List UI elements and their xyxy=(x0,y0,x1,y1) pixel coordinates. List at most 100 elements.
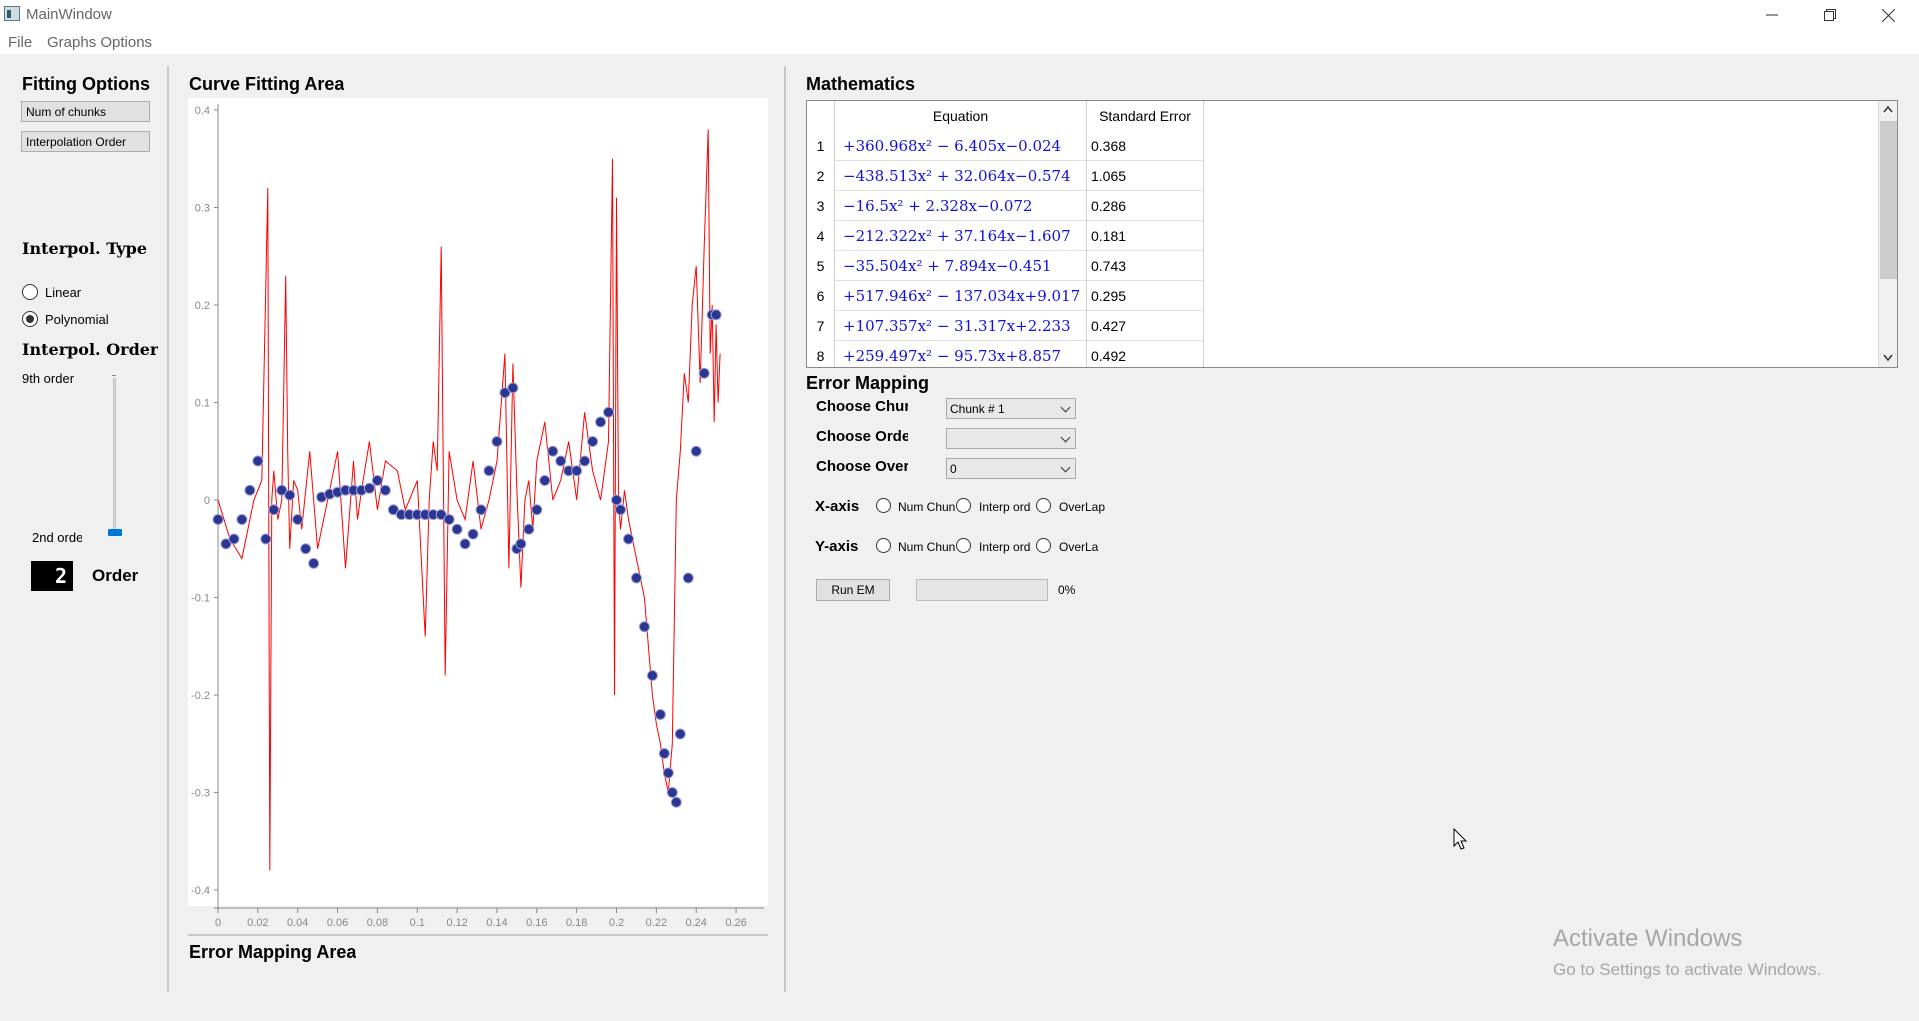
standard-error-cell[interactable]: 0.295 xyxy=(1087,281,1204,311)
row-number[interactable]: 8 xyxy=(807,341,835,367)
equation-cell[interactable]: +517.946x² − 137.034x+9.017 xyxy=(835,281,1087,311)
choose-chunk-combo[interactable]: Chunk # 1 xyxy=(946,398,1076,419)
restore-icon[interactable] xyxy=(1801,0,1859,30)
standard-error-cell[interactable]: 0.181 xyxy=(1087,221,1204,251)
num-chunks-button[interactable]: Num of chunks xyxy=(21,101,150,122)
interpolation-order-button[interactable]: Interpolation Order xyxy=(21,131,150,152)
curve-fitting-plot[interactable]: 0.4 0.3 0.2 0.1 0 -0.1 -0.2 -0.3 -0.4 0 0.02 0.04 0.… xyxy=(188,98,768,929)
x-num-chunks-radio[interactable] xyxy=(876,498,891,513)
minimize-icon[interactable] xyxy=(1743,0,1801,30)
scroll-thumb[interactable] xyxy=(1880,121,1897,279)
fit-point xyxy=(491,436,503,447)
order-lcd-value: 2 xyxy=(54,564,67,588)
x-tick-label: 0.12 xyxy=(446,917,467,929)
x-interp-order-radio[interactable] xyxy=(956,498,971,513)
standard-error-cell[interactable]: 0.286 xyxy=(1087,191,1204,221)
fit-point xyxy=(292,514,304,525)
x-overlap-radio[interactable] xyxy=(1036,498,1051,513)
equation-cell[interactable]: +107.357x² − 31.317x+2.233 xyxy=(835,311,1087,341)
polynomial-label: Polynomial xyxy=(45,312,109,327)
order-bottom-label: 2nd orde xyxy=(32,530,82,545)
y-overlap-radio[interactable] xyxy=(1036,538,1051,553)
fit-point xyxy=(710,309,722,321)
x-overlap-label: OverLap xyxy=(1059,500,1106,514)
row-number[interactable]: 6 xyxy=(807,281,835,311)
x-tick-label: 0.24 xyxy=(686,917,707,929)
fit-point xyxy=(459,538,471,550)
fit-point xyxy=(587,436,599,447)
menu-graphs-options[interactable]: Graphs Options xyxy=(47,34,152,51)
equations-table[interactable]: Equation Standard Error 1 +360.968x² − 6.… xyxy=(806,100,1898,368)
x-tick-label: 0.02 xyxy=(247,917,268,929)
menu-file[interactable]: File xyxy=(8,34,32,51)
standard-error-cell[interactable]: 0.368 xyxy=(1087,131,1204,161)
y-tick-label: 0.4 xyxy=(195,105,210,117)
linear-radio[interactable] xyxy=(22,284,38,300)
fit-point xyxy=(646,670,658,681)
row-number[interactable]: 1 xyxy=(807,131,835,161)
polynomial-radio[interactable] xyxy=(22,311,38,327)
x-tick-label: 0.14 xyxy=(486,917,507,929)
header-standard-error[interactable]: Standard Error xyxy=(1087,101,1204,131)
row-number[interactable]: 2 xyxy=(807,161,835,191)
standard-error-cell[interactable]: 0.492 xyxy=(1087,341,1204,367)
fit-point xyxy=(260,533,272,545)
title-bar: MainWindow xyxy=(0,0,1919,30)
fit-point xyxy=(698,367,710,379)
equation-cell[interactable]: −16.5x² + 2.328x−0.072 xyxy=(835,191,1087,221)
close-icon[interactable] xyxy=(1859,0,1917,30)
standard-error-cell[interactable]: 1.065 xyxy=(1087,161,1204,191)
equation-cell[interactable]: +360.968x² − 6.405x−0.024 xyxy=(835,131,1087,161)
standard-error-cell[interactable]: 0.427 xyxy=(1087,311,1204,341)
row-number[interactable]: 5 xyxy=(807,251,835,281)
curve-chart: 0.4 0.3 0.2 0.1 0 -0.1 -0.2 -0.3 -0.4 0 0.02 0.04 0.… xyxy=(191,104,764,929)
choose-overlap-combo[interactable]: 0 xyxy=(946,458,1076,479)
header-equation[interactable]: Equation xyxy=(835,101,1087,131)
table-scrollbar[interactable] xyxy=(1878,101,1897,367)
fit-point xyxy=(603,406,615,418)
fit-point xyxy=(228,533,240,545)
fit-point xyxy=(630,572,642,584)
fit-point xyxy=(622,533,634,545)
equation-cell[interactable]: −438.513x² + 32.064x−0.574 xyxy=(835,161,1087,191)
x-axis-label: X-axis xyxy=(815,498,860,515)
fit-point xyxy=(379,484,391,496)
mouse-cursor-icon xyxy=(1453,828,1468,850)
x-tick-label: 0.08 xyxy=(367,917,388,929)
x-tick-label: 0.1 xyxy=(410,917,425,929)
equation-cell[interactable]: −212.322x² + 37.164x−1.607 xyxy=(835,221,1087,251)
fit-point xyxy=(244,484,256,496)
fit-point xyxy=(236,514,248,525)
x-tick-label: 0.16 xyxy=(526,917,547,929)
x-tick-label: 0.04 xyxy=(287,917,308,929)
fit-point xyxy=(507,382,519,394)
y-interp-order-radio[interactable] xyxy=(956,538,971,553)
error-mapping-title: Error Mapping xyxy=(806,373,930,393)
app-icon xyxy=(4,6,20,21)
fit-point xyxy=(571,465,583,477)
standard-error-cell[interactable]: 0.743 xyxy=(1087,251,1204,281)
chevron-down-icon xyxy=(1060,432,1071,443)
fit-point xyxy=(638,621,650,633)
order-slider-track[interactable] xyxy=(113,378,116,536)
row-number[interactable]: 3 xyxy=(807,191,835,221)
equation-cell[interactable]: −35.504x² + 7.894x−0.451 xyxy=(835,251,1087,281)
x-interp-order-label: Interp ord xyxy=(979,500,1031,514)
choose-order-combo[interactable] xyxy=(946,428,1076,449)
fit-point xyxy=(363,482,375,494)
fitting-options-title: Fitting Options xyxy=(22,74,150,94)
order-slider-handle[interactable] xyxy=(108,529,122,536)
watermark-subtitle: Go to Settings to activate Windows. xyxy=(1553,960,1822,979)
order-top-label: 9th order xyxy=(22,371,75,386)
equation-cell[interactable]: +259.497x² − 95.73x+8.857 xyxy=(835,341,1087,367)
run-em-button[interactable]: Run EM xyxy=(816,579,890,601)
progress-text: 0% xyxy=(1058,583,1076,597)
row-number[interactable]: 7 xyxy=(807,311,835,341)
fit-point xyxy=(515,538,527,550)
scroll-up-icon[interactable] xyxy=(1883,105,1893,113)
scroll-down-icon[interactable] xyxy=(1883,354,1893,362)
row-number[interactable]: 4 xyxy=(807,221,835,251)
fit-point xyxy=(300,543,312,555)
fit-point xyxy=(539,475,551,486)
y-num-chunks-radio[interactable] xyxy=(876,538,891,553)
